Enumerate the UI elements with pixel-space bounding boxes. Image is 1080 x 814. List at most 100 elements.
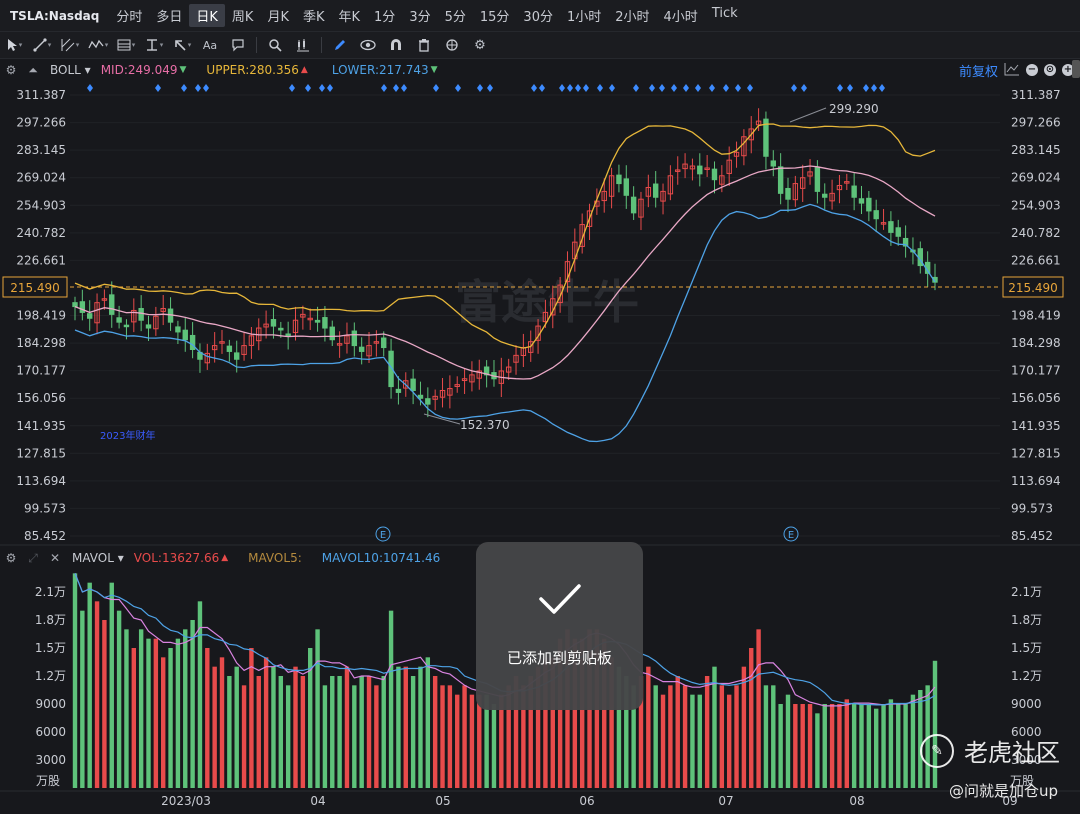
- signal-diamond: [695, 84, 701, 92]
- tab-timeframe[interactable]: 周K: [225, 4, 261, 27]
- volume-tick-label: 1.2万: [1011, 669, 1042, 683]
- tab-timeframe[interactable]: 年K: [332, 4, 368, 27]
- arrow-tool-icon[interactable]: ▾: [168, 33, 196, 57]
- volume-tick-label: 9000: [1011, 697, 1042, 711]
- eye-icon[interactable]: [354, 33, 382, 57]
- volume-tick-label: 1.2万: [35, 669, 66, 683]
- candle-body: [550, 298, 556, 316]
- candle-body: [844, 181, 850, 184]
- panel-scrollbar[interactable]: [1072, 60, 1080, 78]
- tab-timeframe[interactable]: 3分: [402, 4, 437, 27]
- candle-body: [616, 174, 622, 185]
- tab-timeframe[interactable]: 15分: [473, 4, 517, 27]
- wave-tool-icon[interactable]: ▾: [84, 33, 112, 57]
- volume-bar: [851, 704, 857, 788]
- current-price-right: 215.490: [1008, 281, 1058, 295]
- signal-diamond: [633, 84, 639, 92]
- candle-body: [858, 198, 865, 204]
- boll-indicator-select[interactable]: BOLL ▾: [50, 63, 91, 77]
- tab-timeframe[interactable]: Tick: [705, 4, 745, 27]
- candle-body: [689, 165, 696, 170]
- current-price-tag-right: 215.490: [1002, 276, 1064, 298]
- earnings-event-marker: E: [375, 526, 391, 542]
- volume-settings-gear-icon[interactable]: ⚙: [0, 551, 22, 565]
- magnet-icon[interactable]: [382, 33, 410, 57]
- volume-bar: [219, 657, 225, 788]
- tab-timeframe[interactable]: 季K: [296, 4, 332, 27]
- symbol-label[interactable]: TSLA:Nasdaq: [10, 9, 99, 23]
- time-axis: 2023/03 04 05 06 07 08 09: [161, 794, 1018, 808]
- tab-timeframe[interactable]: 4小时: [657, 4, 705, 27]
- tab-timeframe[interactable]: 2小时: [608, 4, 656, 27]
- mavol-indicator-select[interactable]: MAVOL ▾: [72, 551, 124, 565]
- signal-diamond: [203, 84, 209, 92]
- line-tool-icon[interactable]: ▾: [28, 33, 56, 57]
- candle-body: [101, 298, 108, 301]
- adjust-mode-select[interactable]: 前复权: [959, 61, 998, 80]
- settings-gear-icon[interactable]: ⚙: [0, 63, 22, 77]
- price-tick-label: 141.935: [1011, 419, 1061, 433]
- toolbar-divider: [256, 37, 257, 53]
- tab-timeframe[interactable]: 1分: [367, 4, 402, 27]
- tab-timeframe[interactable]: 月K: [260, 4, 296, 27]
- fib-tool-icon[interactable]: ▾: [112, 33, 140, 57]
- tab-timeframe[interactable]: 分时: [109, 4, 149, 27]
- cursor-icon[interactable]: ▾: [0, 33, 28, 57]
- channel-tool-icon[interactable]: ▾: [56, 33, 84, 57]
- level-tool-icon[interactable]: ▾: [140, 33, 168, 57]
- gear-icon[interactable]: ⚙: [466, 33, 494, 57]
- price-tick-label: 170.177: [16, 364, 66, 378]
- close-indicator-icon[interactable]: ✕: [44, 551, 66, 565]
- volume-bar: [682, 685, 688, 788]
- volume-bar: [425, 657, 431, 788]
- candle-body: [234, 352, 240, 360]
- drawing-toolbar: ▾ ▾ ▾ ▾ ▾ ▾ ▾ Aa ⚙: [0, 31, 1080, 59]
- boll-mid-line: [74, 165, 936, 380]
- signal-diamond: [155, 84, 161, 92]
- tab-timeframe[interactable]: 多日: [149, 4, 189, 27]
- collapse-icon[interactable]: ⏶: [22, 63, 44, 78]
- volume-bar: [271, 666, 276, 788]
- chart-type-icon[interactable]: [289, 33, 317, 57]
- candle-body: [263, 323, 269, 328]
- zoom-out-icon[interactable]: −: [1026, 64, 1038, 76]
- candle-body: [454, 384, 460, 387]
- comment-tool-icon[interactable]: [224, 33, 252, 57]
- tab-timeframe[interactable]: 1小时: [560, 4, 608, 27]
- search-icon[interactable]: [261, 33, 289, 57]
- pen-icon[interactable]: [326, 33, 354, 57]
- signal-diamond: [747, 84, 753, 92]
- sync-icon[interactable]: [438, 33, 466, 57]
- tab-timeframe[interactable]: 日K: [189, 4, 225, 27]
- tab-timeframe[interactable]: 5分: [438, 4, 473, 27]
- volume-bar: [829, 704, 835, 788]
- candle-body: [799, 177, 806, 189]
- high-label: 299.290: [829, 102, 879, 116]
- candle-body: [432, 395, 438, 400]
- upper-up-arrow-icon: ▲: [300, 65, 308, 75]
- candle-body: [336, 343, 343, 346]
- user-handle: @问就是加仓up: [948, 782, 1058, 800]
- volume-bar: [785, 694, 791, 788]
- tab-timeframe[interactable]: 30分: [516, 4, 560, 27]
- volume-bar: [131, 648, 137, 788]
- chart-scale-icon[interactable]: [1004, 62, 1020, 79]
- candle-body: [197, 351, 203, 360]
- reset-icon[interactable]: ⊙: [1044, 64, 1056, 76]
- candle-body: [410, 378, 416, 391]
- boll-upper-line: [74, 123, 936, 349]
- signal-diamond: [735, 84, 741, 92]
- text-tool-icon[interactable]: Aa: [196, 33, 224, 57]
- signal-diamond: [583, 84, 589, 92]
- expand-icon[interactable]: ⤢: [22, 551, 44, 566]
- price-tick-label: 113.694: [1011, 474, 1061, 488]
- volume-bar: [344, 666, 350, 788]
- candle-body: [498, 370, 505, 384]
- trash-icon[interactable]: [410, 33, 438, 57]
- time-axis-label: 2023/03: [161, 794, 211, 808]
- candle-body: [873, 210, 879, 220]
- volume-bar: [873, 708, 879, 788]
- signal-diamond: [539, 84, 545, 92]
- volume-bar: [653, 685, 658, 788]
- candle-body: [425, 398, 431, 405]
